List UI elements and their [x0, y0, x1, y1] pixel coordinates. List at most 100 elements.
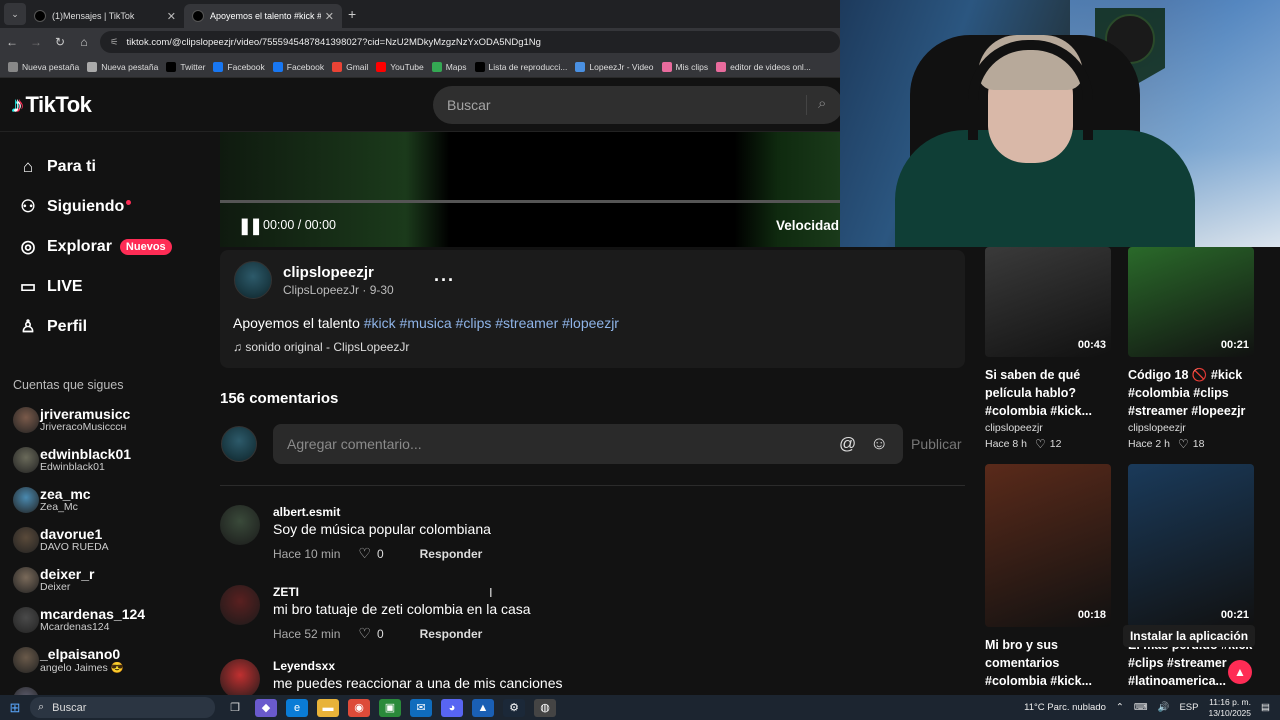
forward-icon[interactable]: → — [24, 35, 48, 49]
bookmark-item[interactable]: LopeezJr - Video — [575, 61, 654, 72]
bookmark-item[interactable]: Maps — [431, 61, 467, 72]
sidebar-item-perfil[interactable]: ♙ Perfil — [0, 307, 205, 347]
bookmark-item[interactable]: Facebook — [272, 61, 324, 72]
sidebar-item-explorar[interactable]: ◎ Explorar Nuevos — [0, 227, 205, 267]
sidebar: ⌂ Para ti ⚇ Siguiendo ◎ Explorar Nuevos ▭ LIVE ♙ P… — [0, 132, 205, 713]
tab-video[interactable]: Apoyemos el talento #kick #mu ✕ — [184, 4, 342, 28]
commenter-avatar[interactable] — [220, 505, 260, 545]
back-icon[interactable]: ← — [0, 35, 24, 49]
following-item[interactable]: deixer_r Deixer — [0, 560, 205, 600]
commenter-username[interactable]: albert.esmit — [273, 505, 340, 519]
edge-icon[interactable]: e — [286, 698, 308, 717]
steam-icon[interactable]: ⚙ — [503, 698, 525, 717]
network-icon[interactable]: ⌨ — [1134, 702, 1148, 713]
new-tab-button[interactable]: + — [348, 6, 356, 22]
commenter-username[interactable]: ZETI — [273, 585, 299, 599]
following-item[interactable]: davorue1 DAVO RUEDA — [0, 520, 205, 560]
speed-button[interactable]: Velocidad — [776, 218, 839, 233]
video-title[interactable]: Mi bro y sus comentarios #colombia #kick… — [985, 636, 1111, 690]
task-view-icon[interactable]: ❐ — [224, 699, 246, 717]
following-item[interactable]: jriveramusicc JriveracoMusiccᴄʜ — [0, 400, 205, 440]
comment-like-button[interactable]: ♡ 0 — [358, 545, 383, 562]
author-avatar[interactable] — [234, 261, 272, 299]
bookmark-item[interactable]: Facebook — [213, 61, 265, 72]
close-tab-icon[interactable]: ✕ — [167, 10, 176, 23]
store-icon[interactable]: ▣ — [379, 698, 401, 717]
following-item[interactable]: mcardenas_124 Mcardenas124 — [0, 600, 205, 640]
following-item[interactable]: _elpaisano0 angelo Jaimes 😎 — [0, 640, 205, 680]
obs-icon[interactable]: ◍ — [534, 698, 556, 717]
site-info-icon[interactable]: ⚟ — [110, 37, 119, 48]
bookmark-item[interactable]: Lista de reproducci... — [474, 61, 567, 72]
home-browser-icon[interactable]: ⌂ — [72, 35, 96, 49]
reply-button[interactable]: Responder — [420, 547, 483, 561]
sidebar-item-para-ti[interactable]: ⌂ Para ti — [0, 147, 205, 187]
sidebar-item-siguiendo[interactable]: ⚇ Siguiendo — [0, 187, 205, 227]
video-author[interactable]: clipslopeezjr — [1128, 422, 1254, 434]
search-icon[interactable]: ⌕ — [818, 95, 826, 112]
reload-icon[interactable]: ↻ — [48, 35, 72, 49]
mention-icon[interactable]: @ — [839, 434, 856, 454]
video-title[interactable]: Si saben de qué película hablo? #colombi… — [985, 366, 1111, 420]
close-tab-icon[interactable]: ✕ — [325, 10, 334, 23]
language-indicator[interactable]: ESP — [1179, 702, 1198, 713]
outlook-icon[interactable]: ✉ — [410, 698, 432, 717]
video-thumbnail[interactable]: 00:21 — [1128, 247, 1254, 357]
bookmark-item[interactable]: Nueva pestaña — [87, 61, 158, 72]
commenter-avatar[interactable] — [220, 585, 260, 625]
pause-icon[interactable]: ❚❚ — [238, 216, 263, 236]
sidebar-item-live[interactable]: ▭ LIVE — [0, 267, 205, 307]
discord-icon[interactable]: ◕ — [441, 698, 463, 717]
following-item[interactable]: zea_mc Zea_Mc — [0, 480, 205, 520]
weather-text[interactable]: 11°C Parc. nublado — [1024, 702, 1106, 713]
recommended-video-card[interactable]: 00:21El más perdido #kick #clips #stream… — [1128, 464, 1254, 690]
video-thumbnail[interactable]: 00:18 — [985, 464, 1111, 627]
live-icon: ▭ — [19, 277, 37, 296]
video-author[interactable]: clipslopeezjr — [985, 422, 1111, 434]
publish-button[interactable]: Publicar — [911, 436, 962, 452]
video-player[interactable]: ❚❚ 00:00 / 00:00 Velocidad — [220, 132, 840, 247]
recommended-video-card[interactable]: 00:18 Mi bro y sus comentarios #colombia … — [985, 464, 1111, 690]
tray-chevron-icon[interactable]: ⌃ — [1116, 702, 1124, 713]
comment-input[interactable]: Agregar comentario... @ ☺ — [273, 424, 903, 464]
recommended-video-card[interactable]: 00:21 Código 18 🚫 #kick #colombia #clips … — [1128, 247, 1254, 451]
hashtags[interactable]: #kick #musica #clips #streamer #lopeezjr — [364, 315, 619, 331]
more-options-icon[interactable]: ··· — [434, 270, 455, 291]
video-thumbnail[interactable]: 00:43 — [985, 247, 1111, 357]
windows-start-icon[interactable]: ⊞ — [0, 700, 30, 716]
app-icon[interactable]: ▲ — [472, 698, 494, 717]
volume-icon[interactable]: 🔊 — [1158, 702, 1170, 713]
commenter-username[interactable]: Leyendsxx — [273, 659, 335, 673]
author-username[interactable]: clipslopeezjr — [283, 264, 374, 281]
bookmark-item[interactable]: Gmail — [332, 61, 368, 72]
bookmark-item[interactable]: Twitter — [166, 61, 205, 72]
bookmark-item[interactable]: YouTube — [376, 61, 424, 72]
clock[interactable]: 11:16 p. m. 13/10/2025 — [1208, 697, 1251, 719]
video-title[interactable]: Código 18 🚫 #kick #colombia #clips #stre… — [1128, 366, 1254, 420]
comment-like-button[interactable]: ♡ 0 — [358, 625, 383, 642]
bookmark-item[interactable]: Nueva pestaña — [8, 61, 79, 72]
address-bar[interactable]: ⚟ tiktok.com/@clipslopeezjr/video/755594… — [100, 31, 840, 53]
notifications-icon[interactable]: ▤ — [1261, 702, 1270, 713]
tab-messages[interactable]: (1)Mensajes | TikTok ✕ — [26, 4, 184, 28]
scroll-top-icon[interactable]: ▲ — [1228, 660, 1252, 684]
following-item[interactable]: edwinblack01 Edwinblack01 — [0, 440, 205, 480]
recommended-video-card[interactable]: 00:43 Si saben de qué película hablo? #co… — [985, 247, 1111, 451]
following-section-title: Cuentas que sigues — [13, 378, 124, 392]
install-app-button[interactable]: Instalar la aplicación — [1123, 625, 1255, 647]
reply-button[interactable]: Responder — [420, 627, 483, 641]
tiktok-logo[interactable]: ♪ TikTok — [12, 92, 92, 118]
taskbar-search[interactable]: ⌕ Buscar — [30, 697, 215, 718]
copilot-icon[interactable]: ◆ — [255, 698, 277, 717]
sound-link[interactable]: ♫ sonido original - ClipsLopeezJr — [233, 340, 409, 354]
search-input[interactable]: Buscar ⌕ — [433, 86, 843, 124]
file-explorer-icon[interactable]: ▬ — [317, 698, 339, 717]
tab-search-icon[interactable]: ⌄ — [4, 3, 26, 25]
video-progress-bar[interactable] — [220, 200, 840, 203]
commenter-avatar[interactable] — [220, 659, 260, 699]
video-thumbnail[interactable]: 00:21 — [1128, 464, 1254, 627]
bookmark-item[interactable]: editor de videos onl... — [716, 61, 811, 72]
bookmark-item[interactable]: Mis clips — [661, 61, 708, 72]
chrome-icon[interactable]: ◉ — [348, 698, 370, 717]
emoji-icon[interactable]: ☺ — [870, 433, 888, 454]
